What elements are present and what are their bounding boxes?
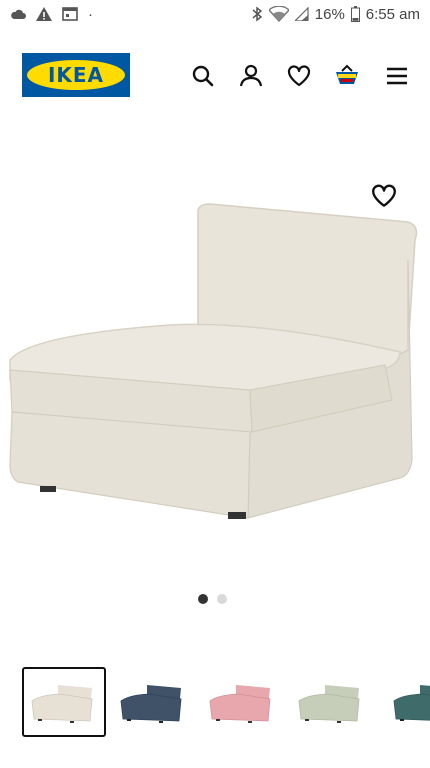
signal-icon [294, 7, 309, 21]
variant-thumbnail[interactable] [111, 667, 195, 737]
battery-icon [350, 6, 360, 22]
status-bar: · 16% 6:55 am [0, 0, 430, 28]
clock: 6:55 am [365, 5, 420, 23]
app-header: IKEA [0, 48, 430, 104]
heart-icon[interactable] [286, 63, 312, 89]
variant-thumbnail[interactable] [378, 667, 430, 737]
carousel-dot-1[interactable] [198, 594, 208, 604]
wifi-icon [268, 6, 289, 22]
ikea-logo[interactable]: IKEA [22, 53, 130, 97]
search-icon[interactable] [190, 63, 216, 89]
menu-icon[interactable] [384, 63, 410, 89]
notification-dot: · [88, 5, 93, 23]
carousel-dot-2[interactable] [217, 594, 227, 604]
cloud-icon [10, 8, 26, 20]
cart-icon[interactable] [334, 63, 360, 89]
image-carousel-indicator [198, 594, 227, 604]
battery-percentage: 16% [314, 5, 345, 23]
color-variant-thumbnails [22, 667, 430, 737]
product-image-chaise-longue[interactable] [0, 160, 430, 560]
variant-thumbnail[interactable] [289, 667, 373, 737]
variant-thumbnail[interactable] [22, 667, 106, 737]
logo-text: IKEA [27, 60, 125, 90]
calendar-icon [62, 7, 78, 21]
variant-thumbnail[interactable] [200, 667, 284, 737]
add-to-favourites-heart-icon[interactable] [370, 182, 398, 210]
account-icon[interactable] [238, 63, 264, 89]
bluetooth-icon [251, 6, 263, 22]
warning-icon [36, 7, 52, 21]
